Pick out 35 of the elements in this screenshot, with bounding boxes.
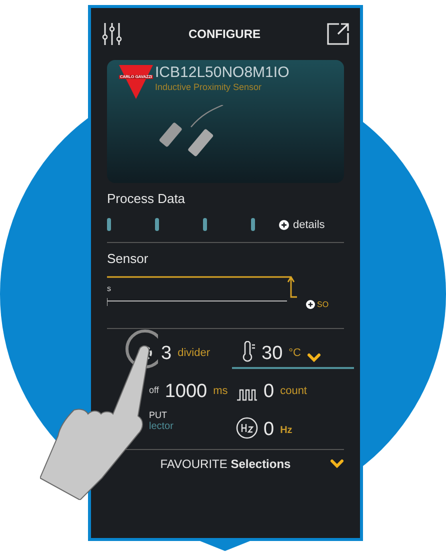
favourite-selections-label[interactable]: FAVOURITE Selections	[160, 454, 291, 472]
pulse-icon	[236, 388, 258, 400]
hz-circle-icon	[236, 416, 258, 438]
details-button[interactable]: details	[279, 216, 325, 233]
start-label: s	[107, 282, 111, 294]
reading-unit: Hz	[280, 424, 292, 438]
reading-label: off	[149, 384, 159, 397]
reading-unit: °C	[288, 346, 301, 361]
thermometer-icon	[242, 340, 256, 362]
output-label: PUT	[149, 410, 167, 420]
reading-value: 3	[161, 344, 172, 362]
sliders-icon[interactable]	[101, 22, 123, 46]
reading-unit: ms	[213, 384, 228, 399]
plus-circle-icon	[306, 300, 315, 309]
process-bit-indicator	[203, 218, 207, 232]
external-link-icon[interactable]	[326, 22, 350, 46]
chevron-down-icon[interactable]	[306, 352, 321, 362]
reading-value: 30	[262, 344, 283, 362]
product-description: Inductive Proximity Sensor	[155, 83, 263, 92]
plus-circle-icon	[279, 220, 289, 230]
reading-unit: count	[280, 384, 307, 399]
section-title: Process Data	[107, 190, 186, 208]
screen-title: CONFIGURE	[188, 26, 260, 43]
product-code: ICB12L50NO8M1IO	[155, 65, 290, 80]
reading-value: 1000	[164, 382, 208, 400]
chevron-down-icon[interactable]	[330, 458, 344, 468]
reading-value: 0	[264, 420, 274, 438]
process-bit-indicator	[107, 218, 111, 232]
output-sublabel: lector	[149, 422, 174, 432]
section-title: Sensor	[107, 250, 150, 268]
process-bit-indicator	[155, 218, 159, 232]
reading-value: 0	[264, 382, 274, 400]
process-bit-indicator	[251, 218, 255, 232]
add-switch-point-button[interactable]: SO	[306, 298, 329, 310]
reading-unit: divider	[178, 346, 210, 361]
